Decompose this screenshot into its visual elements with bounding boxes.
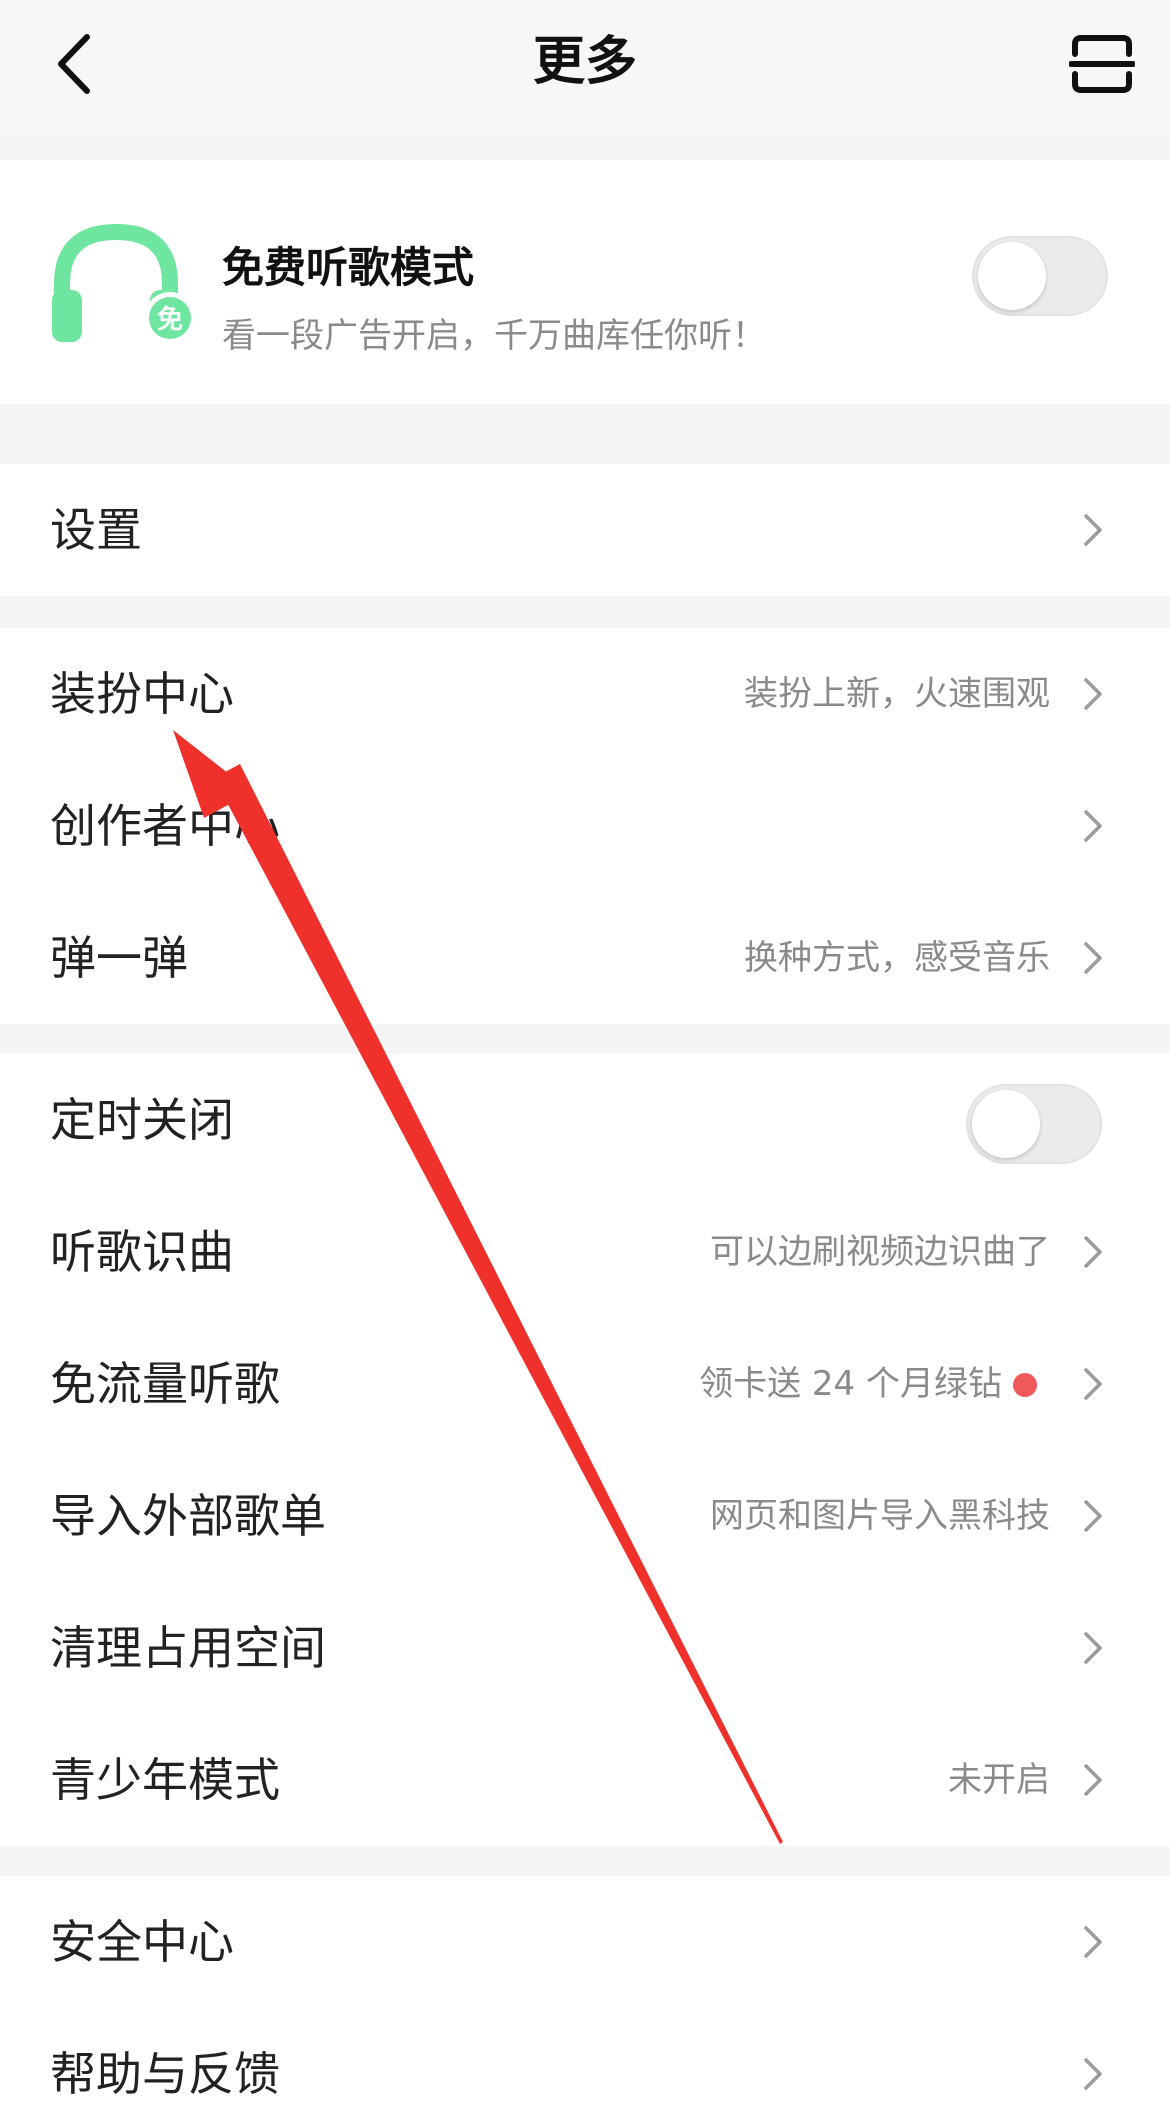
support-group: 安全中心 帮助与反馈 [0, 1876, 1170, 2126]
tools-group: 定时关闭 听歌识曲 可以边刷视频边识曲了 免流量听歌 领卡送 24 个月绿钻 导… [0, 1054, 1170, 1846]
clean-storage-item[interactable]: 清理占用空间 [0, 1582, 1170, 1714]
chevron-right-icon [1084, 1236, 1102, 1268]
import-playlist-label: 导入外部歌单 [50, 1489, 326, 1543]
page-title: 更多 [532, 32, 637, 92]
scan-icon [1069, 35, 1135, 93]
dressup-center-item[interactable]: 装扮中心 装扮上新，火速围观 [0, 628, 1170, 760]
dressup-center-hint: 装扮上新，火速围观 [744, 674, 1050, 714]
toggle-knob [972, 1090, 1040, 1158]
chevron-right-icon [1084, 1764, 1102, 1796]
chevron-right-icon [1084, 2058, 1102, 2090]
settings-label: 设置 [50, 503, 142, 557]
teen-mode-item[interactable]: 青少年模式 未开启 [0, 1714, 1170, 1846]
free-data-hint: 领卡送 24 个月绿钻 [699, 1364, 1002, 1404]
chevron-right-icon [1084, 810, 1102, 842]
sleep-timer-label: 定时关闭 [50, 1093, 234, 1147]
flick-item[interactable]: 弹一弹 换种方式，感受音乐 [0, 892, 1170, 1024]
chevron-right-icon [1084, 1926, 1102, 1958]
teen-mode-label: 青少年模式 [50, 1753, 280, 1807]
chevron-right-icon [1084, 678, 1102, 710]
help-feedback-label: 帮助与反馈 [50, 2047, 280, 2101]
free-mode-subtitle: 看一段广告开启，千万曲库任你听！ [222, 316, 766, 356]
free-mode-toggle[interactable] [972, 236, 1108, 316]
security-center-item[interactable]: 安全中心 [0, 1876, 1170, 2008]
top-bar: 更多 [0, 0, 1170, 130]
free-data-label: 免流量听歌 [50, 1357, 280, 1411]
song-recognition-item[interactable]: 听歌识曲 可以边刷视频边识曲了 [0, 1186, 1170, 1318]
creator-center-item[interactable]: 创作者中心 [0, 760, 1170, 892]
dressup-center-label: 装扮中心 [50, 667, 234, 721]
notification-dot [1013, 1373, 1037, 1397]
headphone-icon: 免 [52, 223, 196, 344]
chevron-right-icon [1084, 942, 1102, 974]
features-group: 装扮中心 装扮上新，火速围观 创作者中心 弹一弹 换种方式，感受音乐 [0, 628, 1170, 1024]
flick-label: 弹一弹 [50, 931, 188, 985]
security-center-label: 安全中心 [50, 1915, 234, 1969]
scan-button[interactable] [1062, 24, 1142, 104]
clean-storage-label: 清理占用空间 [50, 1621, 326, 1675]
chevron-right-icon [1084, 1632, 1102, 1664]
settings-group: 设置 [0, 464, 1170, 596]
teen-mode-hint: 未开启 [948, 1760, 1050, 1800]
chevron-right-icon [1084, 1500, 1102, 1532]
chevron-right-icon [1084, 514, 1102, 546]
song-recognition-hint: 可以边刷视频边识曲了 [710, 1232, 1050, 1272]
chevron-right-icon [1084, 1368, 1102, 1400]
flick-hint: 换种方式，感受音乐 [744, 938, 1050, 978]
toggle-knob [978, 242, 1046, 310]
import-playlist-item[interactable]: 导入外部歌单 网页和图片导入黑科技 [0, 1450, 1170, 1582]
free-mode-title: 免费听歌模式 [222, 243, 475, 292]
free-badge-text: 免 [157, 304, 183, 335]
import-playlist-hint: 网页和图片导入黑科技 [710, 1496, 1050, 1536]
creator-center-label: 创作者中心 [50, 799, 280, 853]
song-recognition-label: 听歌识曲 [50, 1225, 234, 1279]
settings-item[interactable]: 设置 [0, 464, 1170, 596]
free-data-item[interactable]: 免流量听歌 领卡送 24 个月绿钻 [0, 1318, 1170, 1450]
sleep-timer-item[interactable]: 定时关闭 [0, 1054, 1170, 1186]
sleep-timer-toggle[interactable] [966, 1084, 1102, 1164]
help-feedback-item[interactable]: 帮助与反馈 [0, 2008, 1170, 2126]
